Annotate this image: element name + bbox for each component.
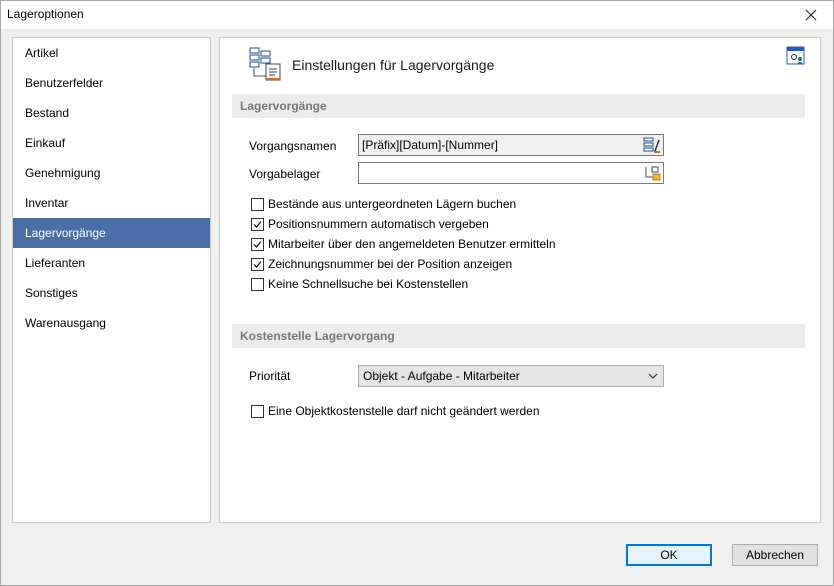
checkbox-checked[interactable] — [251, 217, 264, 231]
sidebar-item-einkauf[interactable]: Einkauf — [13, 128, 210, 158]
vorgangsnamen-label: Vorgangsnamen — [249, 139, 337, 153]
prioritaet-select[interactable]: Objekt - Aufgabe - Mitarbeiter — [358, 365, 664, 387]
sidebar-item-lagervorgaenge[interactable]: Lagervorgänge — [13, 218, 210, 248]
checkbox-row-zeichnungsnummer[interactable]: Zeichnungsnummer bei der Position anzeig… — [251, 256, 512, 272]
sidebar-item-lieferanten[interactable]: Lieferanten — [13, 248, 210, 278]
prioritaet-label: Priorität — [249, 369, 291, 383]
section-header-lagervorgaenge: Lagervorgänge — [232, 94, 805, 118]
warehouse-lookup-icon[interactable] — [643, 165, 661, 181]
checkbox-label: Mitarbeiter über den angemeldeten Benutz… — [268, 237, 556, 251]
window-title: Lageroptionen — [7, 7, 84, 21]
edit-format-icon[interactable] — [643, 137, 661, 153]
checkbox-label: Positionsnummern automatisch vergeben — [268, 217, 489, 231]
close-icon — [805, 9, 817, 21]
settings-panel: Einstellungen für Lagervorgänge Lagervor… — [219, 37, 821, 523]
sidebar-item-benutzerfelder[interactable]: Benutzerfelder — [13, 68, 210, 98]
sidebar-item-artikel[interactable]: Artikel — [13, 38, 210, 68]
checkmark-icon — [253, 220, 262, 228]
sidebar-item-bestand[interactable]: Bestand — [13, 98, 210, 128]
sidebar-item-warenausgang[interactable]: Warenausgang — [13, 308, 210, 338]
checkbox[interactable] — [251, 404, 264, 418]
cancel-button[interactable]: Abbrechen — [732, 544, 818, 566]
checkbox-row-positionsnummern[interactable]: Positionsnummern automatisch vergeben — [251, 216, 489, 232]
checkbox-checked[interactable] — [251, 257, 264, 271]
chevron-down-icon — [648, 373, 658, 379]
checkmark-icon — [253, 260, 262, 268]
checkbox-label: Eine Objektkostenstelle darf nicht geänd… — [268, 404, 540, 418]
section-header-kostenstelle: Kostenstelle Lagervorgang — [232, 324, 805, 348]
title-bar: Lageroptionen — [1, 1, 833, 29]
close-button[interactable] — [789, 1, 833, 29]
checkmark-icon — [253, 240, 262, 248]
sidebar-item-inventar[interactable]: Inventar — [13, 188, 210, 218]
prioritaet-value: Objekt - Aufgabe - Mitarbeiter — [363, 369, 520, 383]
checkbox-row-schnellsuche[interactable]: Keine Schnellsuche bei Kostenstellen — [251, 276, 468, 292]
vorgabelager-label: Vorgabelager — [249, 167, 321, 181]
sidebar-item-genehmigung[interactable]: Genehmigung — [13, 158, 210, 188]
checkbox-row-objektkostenstelle[interactable]: Eine Objektkostenstelle darf nicht geänd… — [251, 403, 540, 419]
checkbox-label: Keine Schnellsuche bei Kostenstellen — [268, 277, 469, 291]
vorgangsnamen-value: [Präfix][Datum]-[Nummer] — [362, 138, 499, 152]
user-settings-icon[interactable] — [786, 46, 806, 66]
page-title: Einstellungen für Lagervorgänge — [292, 57, 495, 73]
warehouse-settings-icon — [249, 47, 281, 81]
checkbox[interactable] — [251, 197, 264, 211]
checkbox-label: Zeichnungsnummer bei der Position anzeig… — [268, 257, 513, 271]
checkbox-checked[interactable] — [251, 237, 264, 251]
vorgangsnamen-field[interactable]: [Präfix][Datum]-[Nummer] — [358, 134, 664, 156]
checkbox-row-bestaende[interactable]: Bestände aus untergeordneten Lägern buch… — [251, 196, 516, 212]
vorgabelager-field[interactable] — [358, 162, 664, 184]
ok-button[interactable]: OK — [626, 544, 712, 566]
sidebar-item-sonstiges[interactable]: Sonstiges — [13, 278, 210, 308]
checkbox[interactable] — [251, 277, 264, 291]
checkbox-row-mitarbeiter[interactable]: Mitarbeiter über den angemeldeten Benutz… — [251, 236, 556, 252]
dialog-window: Lageroptionen Artikel Benutzerfelder Bes… — [0, 0, 834, 586]
checkbox-label: Bestände aus untergeordneten Lägern buch… — [268, 197, 517, 211]
category-sidebar: Artikel Benutzerfelder Bestand Einkauf G… — [12, 37, 211, 523]
